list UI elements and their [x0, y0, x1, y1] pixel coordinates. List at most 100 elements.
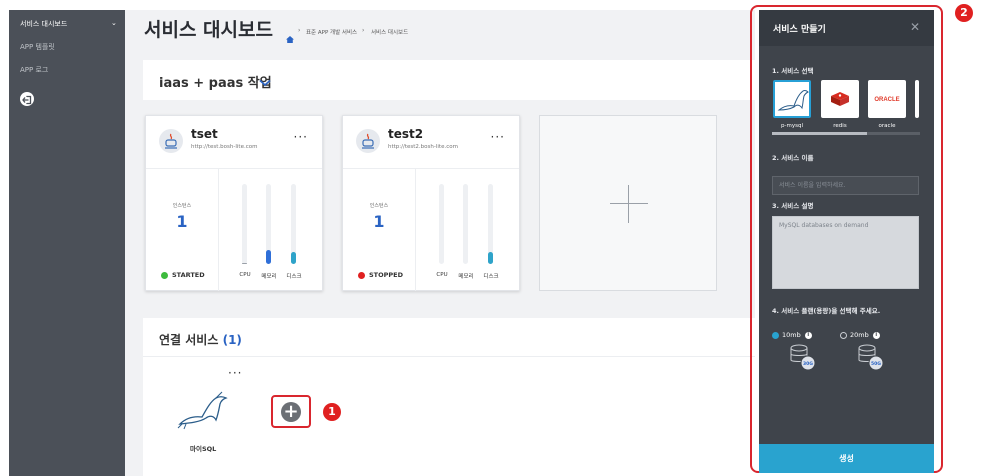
instances-count: 1: [373, 212, 385, 231]
chevron-down-icon[interactable]: [259, 72, 271, 91]
project-name: iaas + paas 작업: [159, 76, 272, 91]
app-card[interactable]: tset http://test.bosh-lite.com ··· 인스턴스 …: [145, 115, 323, 291]
radio-unselected-icon[interactable]: [840, 331, 847, 339]
status-badge: STOPPED: [358, 271, 403, 279]
divider: [143, 356, 755, 357]
project-selector[interactable]: iaas + paas 작업: [143, 60, 755, 100]
close-icon[interactable]: ✕: [910, 20, 920, 34]
gauge-fill: [488, 252, 493, 264]
instances-count: 1: [176, 212, 188, 231]
java-icon: [356, 129, 380, 153]
svg-text:ORACLE: ORACLE: [874, 97, 899, 103]
section-label: 4. 서비스 플랜(용량)을 선택해 주세요.: [772, 307, 881, 315]
more-icon[interactable]: ···: [228, 366, 242, 380]
gauge-fill: [291, 252, 296, 264]
database-icon: 50G: [857, 343, 887, 377]
service-name: oracle: [878, 123, 896, 129]
plus-circle-icon: +: [281, 402, 301, 422]
gauge-fill: [266, 250, 271, 264]
app-name[interactable]: tset: [191, 127, 218, 141]
service-option-partial[interactable]: [915, 80, 919, 118]
sidebar: 서비스 대시보드 ⌄ APP 템플릿 APP 로그: [9, 10, 125, 476]
divider: [343, 168, 519, 169]
plan-label: 10mb: [782, 331, 801, 339]
disk-gauge: [291, 184, 296, 264]
cpu-label: CPU: [239, 272, 251, 278]
callout-badge-two: 2: [955, 4, 973, 22]
instances-label: 인스턴스: [172, 203, 192, 209]
cpu-gauge: [242, 184, 247, 264]
more-icon[interactable]: ···: [491, 130, 505, 144]
disk-label: 디스크: [483, 274, 499, 280]
sidebar-item-app-log[interactable]: APP 로그: [20, 65, 48, 75]
connected-service-label: 마이SQL: [190, 445, 217, 453]
plan-size: 50G: [871, 361, 881, 367]
disk-gauge: [488, 184, 493, 264]
divider: [218, 168, 219, 291]
panel-header: 서비스 만들기 ✕: [759, 10, 934, 46]
service-name: redis: [833, 123, 847, 129]
section-label: 3. 서비스 설명: [772, 202, 814, 210]
horizontal-scrollbar[interactable]: [772, 132, 920, 135]
plus-icon: [610, 203, 648, 204]
divider: [415, 168, 416, 291]
disk-label: 디스크: [286, 274, 302, 280]
memory-gauge: [266, 184, 271, 264]
java-icon: [159, 129, 183, 153]
cpu-label: CPU: [436, 272, 448, 278]
status-badge: STARTED: [161, 271, 205, 279]
gauge-fill: [242, 263, 247, 264]
breadcrumb-separator: ›: [362, 27, 365, 34]
connected-count: (1): [222, 333, 242, 347]
panel-title: 서비스 만들기: [773, 25, 826, 35]
home-icon[interactable]: [286, 28, 294, 47]
memory-label: 메모리: [261, 274, 277, 280]
page-title: 서비스 대시보드: [144, 19, 273, 41]
memory-label: 메모리: [458, 274, 474, 280]
memory-gauge: [463, 184, 468, 264]
app-url[interactable]: http://test.bosh-lite.com: [191, 144, 257, 150]
cpu-gauge: [439, 184, 444, 264]
status-text: STOPPED: [369, 271, 404, 279]
scrollbar-thumb[interactable]: [772, 132, 867, 135]
app-card[interactable]: test2 http://test2.bosh-lite.com ··· 인스턴…: [342, 115, 520, 291]
add-service-button[interactable]: +: [271, 395, 311, 428]
status-text: STARTED: [172, 271, 205, 279]
radio-selected-icon[interactable]: [772, 331, 779, 339]
section-label: 2. 서비스 이름: [772, 154, 814, 162]
breadcrumb-separator: ›: [298, 27, 301, 34]
plan-label: 20mb: [850, 331, 869, 339]
breadcrumb-item[interactable]: 표준 APP 개발 서비스: [306, 28, 357, 36]
service-name-input[interactable]: [772, 176, 919, 195]
logout-icon[interactable]: [20, 92, 34, 106]
callout-badge-one: 1: [323, 403, 341, 421]
sidebar-item-dashboard[interactable]: 서비스 대시보드: [20, 19, 67, 29]
database-icon: 30G: [789, 343, 819, 377]
instances-label: 인스턴스: [369, 203, 389, 209]
section-label: 1. 서비스 선택: [772, 67, 814, 75]
plan-option-10mb[interactable]: 10mb i: [772, 331, 812, 339]
info-icon[interactable]: i: [804, 331, 812, 339]
service-option-oracle[interactable]: ORACLE: [868, 80, 906, 118]
create-service-panel: 서비스 만들기 ✕ 1. 서비스 선택 ORACLE p-mysql redis: [759, 10, 934, 473]
sidebar-item-app-template[interactable]: APP 템플릿: [20, 42, 55, 52]
plan-option-20mb[interactable]: 20mb i: [840, 331, 880, 339]
status-dot-icon: [358, 271, 365, 279]
breadcrumb-item[interactable]: 서비스 대시보드: [371, 28, 408, 36]
app-name[interactable]: test2: [388, 127, 423, 141]
app-url[interactable]: http://test2.bosh-lite.com: [388, 144, 458, 150]
add-app-card[interactable]: [539, 115, 717, 291]
connected-title: 연결 서비스: [159, 333, 219, 347]
divider: [146, 168, 322, 169]
service-option-redis[interactable]: [821, 80, 859, 118]
connected-services-panel: 연결 서비스 (1) ··· 마이SQL + 1: [143, 318, 755, 476]
more-icon[interactable]: ···: [294, 130, 308, 144]
section-title: 연결 서비스 (1): [159, 331, 242, 348]
service-option-mysql[interactable]: [773, 80, 811, 118]
create-button[interactable]: 생성: [759, 444, 934, 473]
service-description-textarea[interactable]: MySQL databases on demand: [772, 216, 919, 289]
info-icon[interactable]: i: [872, 331, 880, 339]
plus-icon: [628, 185, 629, 223]
mysql-dolphin-icon[interactable]: [176, 388, 230, 434]
chevron-down-icon[interactable]: ⌄: [111, 19, 117, 27]
